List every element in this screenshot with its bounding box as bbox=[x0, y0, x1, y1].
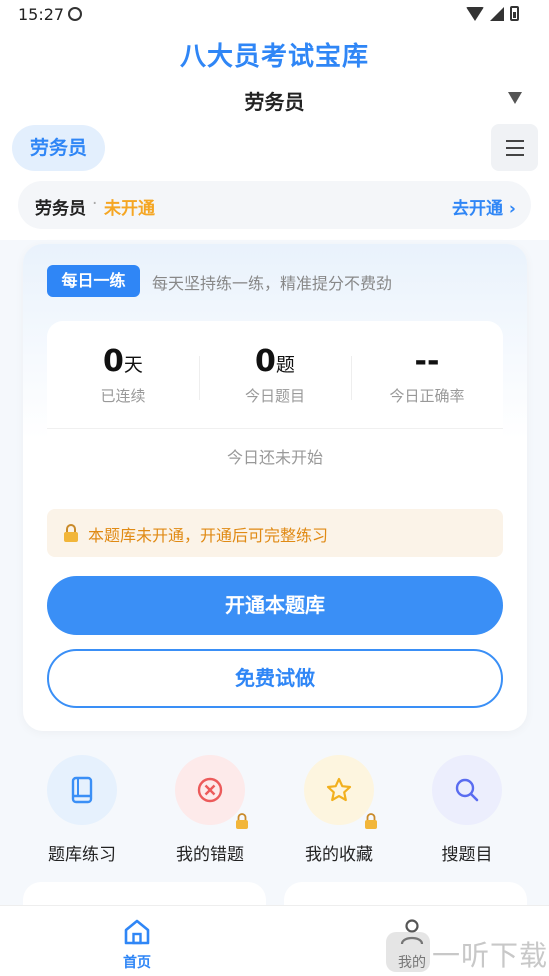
feature-label: 搜题目 bbox=[441, 845, 493, 865]
status-bar: 15:27 bbox=[0, 0, 549, 30]
feature-question-bank[interactable]: 题库练习 bbox=[32, 755, 132, 865]
feature-wrong-questions[interactable]: 我的错题 bbox=[160, 755, 260, 865]
daily-description: 每天坚持练一练，精准提分不费劲 bbox=[152, 274, 393, 293]
stat-today-label: 今日题目 bbox=[244, 387, 305, 405]
error-circle-icon bbox=[197, 777, 223, 803]
stat-today-unit: 题 bbox=[275, 354, 295, 376]
separator-dot: · bbox=[92, 194, 98, 214]
watermark-logo bbox=[386, 932, 430, 972]
free-trial-button[interactable]: 免费试做 bbox=[47, 649, 503, 708]
subject-select[interactable]: 劳务员 bbox=[0, 86, 549, 115]
subject-name: 劳务员 bbox=[35, 199, 86, 219]
feature-label: 我的错题 bbox=[176, 845, 244, 865]
home-icon bbox=[124, 919, 150, 945]
activate-link[interactable]: 去开通 › bbox=[452, 194, 516, 219]
lock-icon bbox=[64, 524, 78, 542]
stat-accuracy: -- 今日正确率 bbox=[351, 344, 503, 406]
stat-accuracy-label: 今日正确率 bbox=[389, 387, 465, 405]
stat-streak-label: 已连续 bbox=[100, 387, 146, 405]
menu-button[interactable] bbox=[491, 124, 538, 171]
activate-bank-button[interactable]: 开通本题库 bbox=[47, 576, 503, 635]
stats-divider bbox=[47, 428, 503, 429]
search-icon bbox=[455, 778, 479, 802]
stat-today-value: 0 bbox=[255, 344, 276, 379]
book-icon bbox=[71, 776, 93, 804]
daily-badge: 每日一练 bbox=[47, 265, 140, 297]
feature-label: 我的收藏 bbox=[305, 845, 373, 865]
lock-icon bbox=[236, 813, 248, 829]
lock-notice-text: 本题库未开通，开通后可完整练习 bbox=[88, 526, 329, 545]
stat-streak-value: 0 bbox=[103, 344, 124, 379]
clock-icon bbox=[68, 7, 82, 21]
wifi-icon bbox=[466, 6, 484, 21]
dropdown-arrow-icon[interactable] bbox=[508, 92, 522, 104]
subscription-state: 未开通 bbox=[104, 199, 155, 219]
feature-label: 题库练习 bbox=[48, 845, 116, 865]
stat-today-questions: 0题 今日题目 bbox=[199, 344, 351, 406]
nav-home[interactable]: 首页 bbox=[97, 918, 177, 972]
nav-home-label: 首页 bbox=[123, 955, 151, 971]
stat-streak-unit: 天 bbox=[123, 354, 143, 376]
watermark-text: 一听下载 bbox=[432, 939, 549, 972]
feature-icon-bg bbox=[304, 755, 377, 829]
status-icons bbox=[466, 6, 519, 21]
star-icon bbox=[326, 777, 352, 802]
stat-streak: 0天 已连续 bbox=[47, 344, 199, 406]
menu-icon bbox=[505, 139, 524, 142]
lock-icon bbox=[365, 813, 377, 829]
feature-icon-bg bbox=[175, 755, 248, 829]
feature-favorites[interactable]: 我的收藏 bbox=[289, 755, 389, 865]
signal-icon bbox=[490, 6, 504, 21]
status-time: 15:27 bbox=[18, 5, 65, 24]
battery-icon bbox=[510, 6, 519, 21]
stat-accuracy-value: -- bbox=[414, 344, 440, 379]
app-title: 八大员考试宝库 bbox=[179, 42, 369, 72]
not-started-text: 今日还未开始 bbox=[226, 448, 323, 467]
feature-icon-bg bbox=[47, 755, 117, 825]
feature-search[interactable]: 搜题目 bbox=[417, 755, 517, 865]
tab-subject[interactable]: 劳务员 bbox=[12, 125, 105, 171]
feature-icon-bg bbox=[432, 755, 502, 825]
